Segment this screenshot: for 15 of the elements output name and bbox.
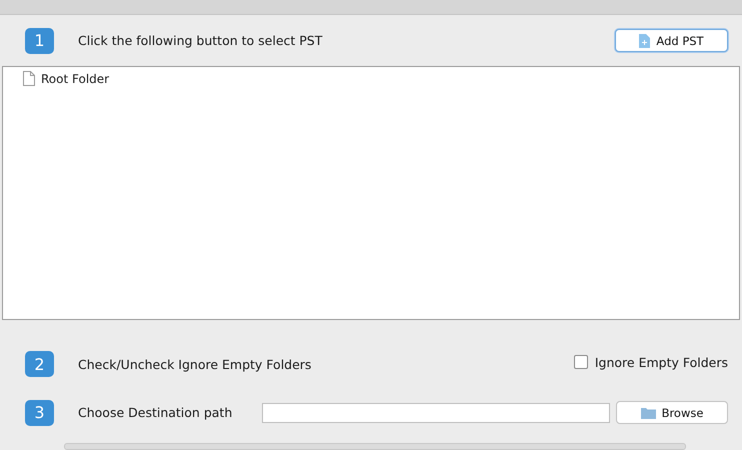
step-number-badge: 2 bbox=[25, 351, 54, 378]
add-file-icon bbox=[639, 34, 650, 48]
browse-button[interactable]: Browse bbox=[616, 401, 728, 424]
step-number-badge: 1 bbox=[25, 28, 54, 54]
step-label: Choose Destination path bbox=[78, 405, 232, 420]
checkbox[interactable] bbox=[574, 355, 588, 370]
step-label: Check/Uncheck Ignore Empty Folders bbox=[78, 356, 312, 372]
add-pst-button[interactable]: Add PST bbox=[615, 29, 728, 52]
tree-item[interactable]: Root Folder bbox=[41, 72, 110, 86]
destination-path-field[interactable] bbox=[262, 402, 610, 423]
checkbox-label: Ignore Empty Folders bbox=[594, 354, 728, 370]
file-icon bbox=[23, 71, 35, 86]
step-label: Click the following button to select PST bbox=[78, 33, 322, 48]
folder-icon bbox=[640, 406, 656, 419]
step-number-badge: 3 bbox=[25, 400, 54, 426]
